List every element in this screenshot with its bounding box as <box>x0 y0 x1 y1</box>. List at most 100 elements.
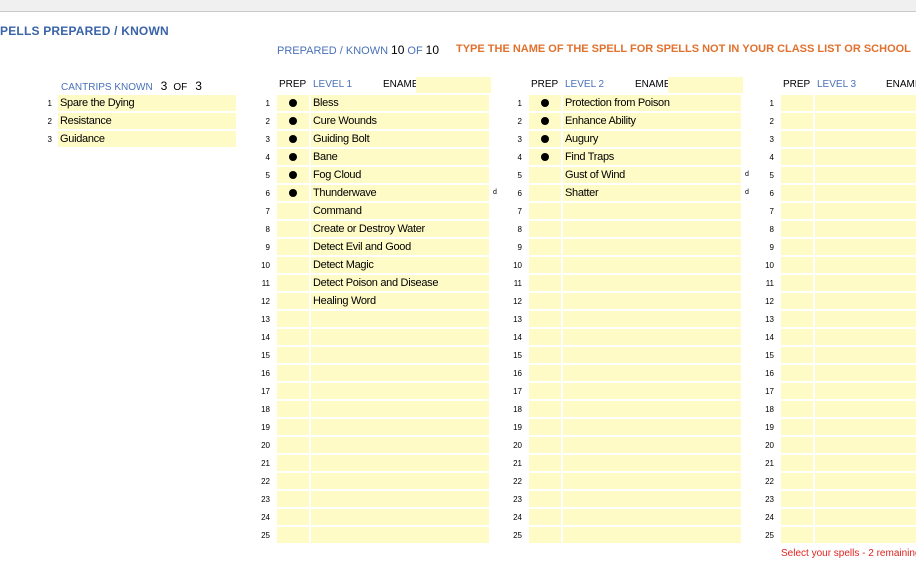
spell-name-field[interactable] <box>815 509 916 525</box>
prepared-toggle[interactable] <box>277 185 309 201</box>
prepared-toggle[interactable] <box>529 419 561 435</box>
spell-name-field[interactable] <box>815 365 916 381</box>
prepared-toggle[interactable] <box>529 275 561 291</box>
prepared-toggle[interactable] <box>781 455 813 471</box>
prepared-toggle[interactable] <box>781 347 813 363</box>
spell-name-field[interactable] <box>815 113 916 129</box>
spell-name-field[interactable] <box>311 365 489 381</box>
prepared-toggle[interactable] <box>529 383 561 399</box>
spell-name-field[interactable] <box>815 293 916 309</box>
spell-name-field[interactable] <box>563 527 741 543</box>
spell-name-field[interactable]: Shatter <box>563 185 741 201</box>
spell-name-field[interactable] <box>815 221 916 237</box>
prepared-toggle[interactable] <box>277 473 309 489</box>
prepared-toggle[interactable] <box>529 473 561 489</box>
prepared-toggle[interactable] <box>277 419 309 435</box>
prepared-toggle[interactable] <box>529 491 561 507</box>
prepared-toggle[interactable] <box>781 509 813 525</box>
prepared-toggle[interactable] <box>529 239 561 255</box>
spell-name-field[interactable] <box>815 185 916 201</box>
prepared-toggle[interactable] <box>781 491 813 507</box>
prepared-toggle[interactable] <box>277 437 309 453</box>
spell-name-field[interactable] <box>563 509 741 525</box>
spell-name-field[interactable] <box>563 473 741 489</box>
prepared-toggle[interactable] <box>277 239 309 255</box>
prepared-toggle[interactable] <box>781 401 813 417</box>
prepared-toggle[interactable] <box>781 95 813 111</box>
prepared-toggle[interactable] <box>277 401 309 417</box>
spell-name-field[interactable] <box>563 347 741 363</box>
spell-name-field[interactable] <box>563 311 741 327</box>
prepared-toggle[interactable] <box>781 221 813 237</box>
prepared-toggle[interactable] <box>529 257 561 273</box>
spell-name-field[interactable] <box>563 293 741 309</box>
spell-name-field[interactable] <box>563 275 741 291</box>
spell-name-field[interactable]: Command <box>311 203 489 219</box>
prepared-toggle[interactable] <box>277 221 309 237</box>
spell-name-field[interactable]: Gust of Wind <box>563 167 741 183</box>
prepared-toggle[interactable] <box>529 365 561 381</box>
prepared-toggle[interactable] <box>529 401 561 417</box>
prepared-toggle[interactable] <box>277 365 309 381</box>
prepared-toggle[interactable] <box>781 311 813 327</box>
prepared-toggle[interactable] <box>277 167 309 183</box>
prepared-toggle[interactable] <box>277 203 309 219</box>
prepared-toggle[interactable] <box>781 329 813 345</box>
prepared-toggle[interactable] <box>277 149 309 165</box>
level-1-rename-field[interactable] <box>416 77 491 93</box>
prepared-toggle[interactable] <box>781 293 813 309</box>
spell-name-field[interactable] <box>815 329 916 345</box>
prepared-toggle[interactable] <box>781 203 813 219</box>
prepared-toggle[interactable] <box>781 473 813 489</box>
spell-name-field[interactable]: Augury <box>563 131 741 147</box>
prepared-toggle[interactable] <box>277 509 309 525</box>
prepared-toggle[interactable] <box>529 509 561 525</box>
spell-name-field[interactable] <box>563 437 741 453</box>
spell-name-field[interactable] <box>815 203 916 219</box>
prepared-toggle[interactable] <box>529 131 561 147</box>
cantrip-name-field[interactable]: Resistance <box>58 113 236 129</box>
prepared-toggle[interactable] <box>529 347 561 363</box>
spell-name-field[interactable] <box>563 383 741 399</box>
prepared-toggle[interactable] <box>277 95 309 111</box>
spell-name-field[interactable] <box>563 419 741 435</box>
spell-name-field[interactable] <box>815 239 916 255</box>
prepared-toggle[interactable] <box>529 311 561 327</box>
prepared-toggle[interactable] <box>781 149 813 165</box>
spell-name-field[interactable] <box>815 257 916 273</box>
spell-name-field[interactable]: Bane <box>311 149 489 165</box>
spell-name-field[interactable] <box>815 473 916 489</box>
spell-name-field[interactable] <box>815 311 916 327</box>
spell-name-field[interactable] <box>815 131 916 147</box>
spell-name-field[interactable] <box>815 275 916 291</box>
spell-name-field[interactable] <box>311 491 489 507</box>
prepared-toggle[interactable] <box>781 275 813 291</box>
spell-name-field[interactable] <box>311 347 489 363</box>
spell-name-field[interactable] <box>563 365 741 381</box>
spell-name-field[interactable] <box>311 311 489 327</box>
spell-name-field[interactable] <box>815 527 916 543</box>
prepared-toggle[interactable] <box>781 419 813 435</box>
prepared-toggle[interactable] <box>277 527 309 543</box>
spell-name-field[interactable]: Detect Magic <box>311 257 489 273</box>
prepared-toggle[interactable] <box>277 311 309 327</box>
spell-name-field[interactable] <box>815 347 916 363</box>
prepared-toggle[interactable] <box>529 149 561 165</box>
prepared-toggle[interactable] <box>277 275 309 291</box>
prepared-toggle[interactable] <box>277 329 309 345</box>
spell-name-field[interactable] <box>815 419 916 435</box>
spell-name-field[interactable]: Healing Word <box>311 293 489 309</box>
spell-name-field[interactable] <box>815 149 916 165</box>
prepared-toggle[interactable] <box>277 113 309 129</box>
prepared-toggle[interactable] <box>781 239 813 255</box>
spell-name-field[interactable] <box>815 383 916 399</box>
prepared-toggle[interactable] <box>529 527 561 543</box>
prepared-toggle[interactable] <box>781 527 813 543</box>
prepared-toggle[interactable] <box>529 113 561 129</box>
prepared-toggle[interactable] <box>529 329 561 345</box>
prepared-toggle[interactable] <box>277 293 309 309</box>
spell-name-field[interactable] <box>563 221 741 237</box>
cantrip-name-field[interactable]: Guidance <box>58 131 236 147</box>
prepared-toggle[interactable] <box>781 185 813 201</box>
spell-name-field[interactable]: Bless <box>311 95 489 111</box>
